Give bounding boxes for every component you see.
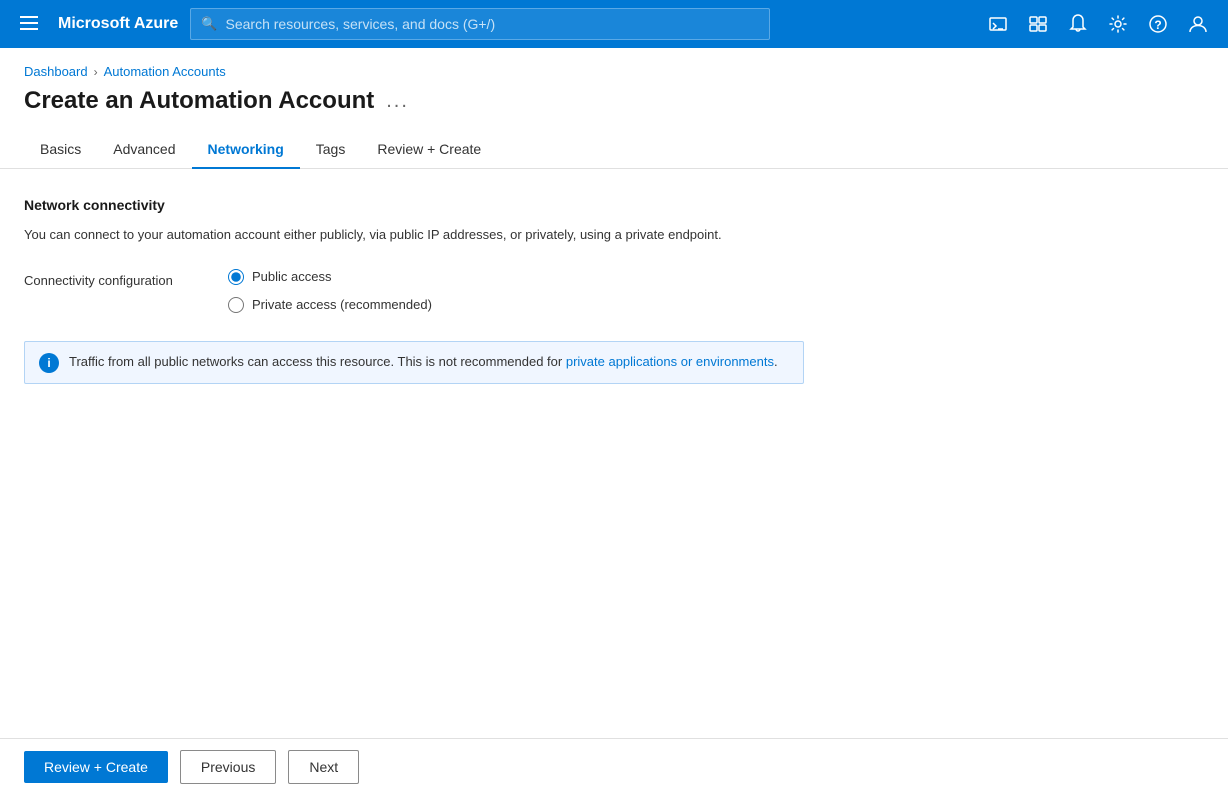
review-create-button[interactable]: Review + Create <box>24 751 168 783</box>
settings-icon[interactable] <box>1100 6 1136 42</box>
content-area: Network connectivity You can connect to … <box>0 169 1228 412</box>
page-title: Create an Automation Account <box>24 87 374 115</box>
help-icon[interactable]: ? <box>1140 6 1176 42</box>
search-input[interactable] <box>226 16 760 32</box>
tab-bar: Basics Advanced Networking Tags Review +… <box>0 131 1228 169</box>
hamburger-menu[interactable] <box>12 10 46 39</box>
breadcrumb-automation-accounts[interactable]: Automation Accounts <box>104 64 226 79</box>
connectivity-config-row: Connectivity configuration Public access… <box>24 269 1204 313</box>
radio-private-label: Private access (recommended) <box>252 297 432 312</box>
cloud-shell-icon[interactable] <box>980 6 1016 42</box>
connectivity-label: Connectivity configuration <box>24 269 204 288</box>
radio-public-label: Public access <box>252 269 331 284</box>
radio-public-access[interactable]: Public access <box>228 269 432 285</box>
page-title-row: Create an Automation Account ... <box>0 79 1228 131</box>
info-icon: i <box>39 353 59 373</box>
section-title: Network connectivity <box>24 197 1204 213</box>
search-bar[interactable]: 🔍 <box>190 8 770 40</box>
info-message: Traffic from all public networks can acc… <box>69 352 778 372</box>
connectivity-radio-group: Public access Private access (recommende… <box>228 269 432 313</box>
breadcrumb: Dashboard › Automation Accounts <box>0 48 1228 79</box>
page-options-ellipsis[interactable]: ... <box>386 90 409 113</box>
notifications-icon[interactable] <box>1060 6 1096 42</box>
tab-tags[interactable]: Tags <box>300 131 362 169</box>
private-apps-link[interactable]: private applications or environments <box>566 354 774 369</box>
tab-advanced[interactable]: Advanced <box>97 131 191 169</box>
info-text-2: . <box>774 354 778 369</box>
nav-icon-group: ? <box>980 6 1216 42</box>
azure-logo: Microsoft Azure <box>58 15 178 33</box>
breadcrumb-dashboard[interactable]: Dashboard <box>24 64 88 79</box>
breadcrumb-sep-1: › <box>94 65 98 79</box>
top-navigation: Microsoft Azure 🔍 <box>0 0 1228 48</box>
directory-icon[interactable] <box>1020 6 1056 42</box>
next-button[interactable]: Next <box>288 750 359 784</box>
radio-public-input[interactable] <box>228 269 244 285</box>
bottom-bar: Review + Create Previous Next <box>0 738 1228 794</box>
search-icon: 🔍 <box>201 16 217 32</box>
radio-private-access[interactable]: Private access (recommended) <box>228 297 432 313</box>
section-description: You can connect to your automation accou… <box>24 225 1204 245</box>
info-text-1: Traffic from all public networks can acc… <box>69 354 566 369</box>
profile-icon[interactable] <box>1180 6 1216 42</box>
previous-button[interactable]: Previous <box>180 750 276 784</box>
tab-networking[interactable]: Networking <box>192 131 300 169</box>
info-box: i Traffic from all public networks can a… <box>24 341 804 384</box>
svg-text:?: ? <box>1154 18 1161 32</box>
tab-review-create[interactable]: Review + Create <box>361 131 497 169</box>
radio-private-input[interactable] <box>228 297 244 313</box>
main-container: Dashboard › Automation Accounts Create a… <box>0 48 1228 794</box>
tab-basics[interactable]: Basics <box>24 131 97 169</box>
